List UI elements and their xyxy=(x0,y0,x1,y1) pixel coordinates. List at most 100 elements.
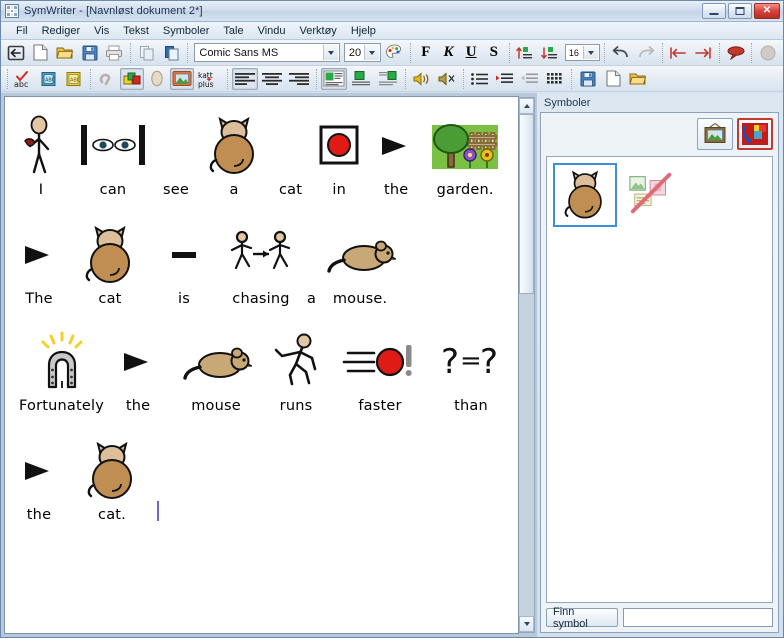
symbol-word[interactable]: The xyxy=(19,224,59,307)
new-document-button-2[interactable] xyxy=(601,68,625,90)
menu-tekst[interactable]: Tekst xyxy=(116,24,156,38)
window-controls: ✕ xyxy=(702,3,780,19)
find-symbol-input[interactable] xyxy=(623,608,773,627)
strikethrough-button[interactable]: S xyxy=(483,42,505,64)
underline-button[interactable]: U xyxy=(460,42,482,64)
symbol-word[interactable]: I xyxy=(19,115,63,198)
symbol-word[interactable]: is xyxy=(167,224,201,307)
copy-button[interactable] xyxy=(135,42,159,64)
align-left-button[interactable] xyxy=(232,67,258,90)
symbol-word[interactable]: the xyxy=(376,115,416,198)
color-palette-button[interactable] xyxy=(382,42,406,64)
symbol-colour-button[interactable] xyxy=(120,67,144,90)
symbol-word[interactable]: chasing xyxy=(223,224,299,307)
blue-wordlist-button[interactable]: ABC xyxy=(37,68,61,90)
minimize-button[interactable] xyxy=(702,3,726,19)
menu-hjelp[interactable]: Hjelp xyxy=(344,24,383,38)
symbol-word[interactable]: mouse xyxy=(180,331,253,414)
menu-vindu[interactable]: Vindu xyxy=(251,24,293,38)
scrollbar-thumb[interactable] xyxy=(519,114,534,294)
document-canvas[interactable]: I can see a cat in the garden. The cat i… xyxy=(5,97,518,633)
symbol-results-list[interactable] xyxy=(546,156,773,603)
symbol-word[interactable]: runs xyxy=(268,331,324,414)
chevron-down-icon[interactable] xyxy=(583,46,599,59)
align-center-button[interactable] xyxy=(259,68,285,90)
symbol-size-combo[interactable]: 16 xyxy=(564,44,601,61)
font-size-value: 20 xyxy=(348,46,362,59)
open-folder-button-2[interactable] xyxy=(626,68,650,90)
symbol-word[interactable]: faster xyxy=(342,331,418,414)
skin-tone-button[interactable] xyxy=(145,68,169,90)
save-button[interactable] xyxy=(78,42,102,64)
picture-frame-button[interactable] xyxy=(697,118,733,150)
symbol-word[interactable]: see xyxy=(163,115,189,198)
toolbar-separator xyxy=(227,68,228,89)
speaker-on-button[interactable] xyxy=(410,68,434,90)
symbol-beside-text-button[interactable] xyxy=(375,68,401,90)
chevron-down-icon[interactable] xyxy=(322,45,338,60)
symbol-word[interactable]: cat xyxy=(279,115,302,198)
open-folder-button[interactable] xyxy=(53,42,77,64)
scrollbar-track[interactable] xyxy=(519,114,534,616)
font-name-combo[interactable]: Comic Sans MS xyxy=(194,43,340,62)
text-only-button[interactable] xyxy=(348,68,374,90)
symbol-word[interactable]: the xyxy=(19,440,59,523)
maximize-button[interactable] xyxy=(728,3,752,19)
symbol-result-none[interactable] xyxy=(621,163,685,227)
redo-button[interactable] xyxy=(634,42,658,64)
picture-button[interactable] xyxy=(170,67,194,90)
symbol-word[interactable]: cat xyxy=(79,224,141,307)
menu-verktoy[interactable]: Verktøy xyxy=(293,24,344,38)
outdent-button[interactable] xyxy=(667,42,691,64)
save-button-2[interactable] xyxy=(576,68,600,90)
bullet-list-button[interactable] xyxy=(468,68,492,90)
print-button[interactable] xyxy=(103,42,127,64)
speaker-off-button[interactable] xyxy=(435,68,459,90)
qualifier-plus-button[interactable]: katt plus xyxy=(195,68,223,90)
indent-button[interactable] xyxy=(691,42,715,64)
bold-button[interactable]: F xyxy=(415,42,437,64)
indent-decrease-button[interactable] xyxy=(518,68,542,90)
find-symbol-button[interactable]: Finn symbol xyxy=(546,606,618,630)
toolbar-separator xyxy=(130,42,132,63)
yellow-wordlist-button[interactable]: ABC xyxy=(62,68,86,90)
symbol-word[interactable]: in xyxy=(316,115,362,198)
menu-tale[interactable]: Tale xyxy=(216,24,250,38)
spellcheck-button[interactable]: abc xyxy=(12,68,36,90)
exit-button[interactable] xyxy=(4,42,28,64)
chevron-down-icon[interactable] xyxy=(364,45,380,60)
italic-button[interactable]: K xyxy=(438,42,460,64)
menu-fil[interactable]: Fil xyxy=(9,24,35,38)
new-document-button[interactable] xyxy=(29,42,53,64)
symbol-word[interactable]: can xyxy=(77,115,149,198)
close-button[interactable]: ✕ xyxy=(754,3,780,19)
symbol-word[interactable]: garden. xyxy=(430,115,500,198)
decrease-line-spacing-button[interactable] xyxy=(538,42,562,64)
document-scrollbar[interactable] xyxy=(519,97,535,633)
change-symbol-button[interactable] xyxy=(737,118,773,150)
menu-rediger[interactable]: Rediger xyxy=(35,24,88,38)
menu-vis[interactable]: Vis xyxy=(87,24,116,38)
symbol-word[interactable]: the xyxy=(118,331,158,414)
symbol-word[interactable]: Fortunately xyxy=(19,331,104,414)
undo-button[interactable] xyxy=(609,42,633,64)
scroll-down-arrow[interactable] xyxy=(519,616,534,632)
speech-bubble-button[interactable] xyxy=(724,42,748,64)
align-right-button[interactable] xyxy=(286,68,312,90)
increase-line-spacing-button[interactable] xyxy=(514,42,538,64)
font-name-value: Comic Sans MS xyxy=(199,46,279,59)
indent-increase-button[interactable] xyxy=(493,68,517,90)
symbol-word[interactable]: mouse. xyxy=(324,224,397,307)
symbol-above-text-button[interactable] xyxy=(321,67,347,90)
symbol-word[interactable]: a xyxy=(203,115,265,198)
scroll-up-arrow[interactable] xyxy=(519,98,534,114)
symbol-word[interactable]: ? = ? than xyxy=(440,331,502,414)
symbol-word[interactable]: cat. xyxy=(81,440,143,523)
grid-view-button[interactable] xyxy=(543,68,567,90)
symbol-word[interactable]: a xyxy=(307,224,316,307)
font-size-combo[interactable]: 20 xyxy=(343,43,382,62)
question-equals-question-symbol: ? = ? xyxy=(440,331,502,393)
symbol-result-cat[interactable] xyxy=(553,163,617,227)
menu-symboler[interactable]: Symboler xyxy=(156,24,216,38)
paste-button[interactable] xyxy=(160,42,184,64)
